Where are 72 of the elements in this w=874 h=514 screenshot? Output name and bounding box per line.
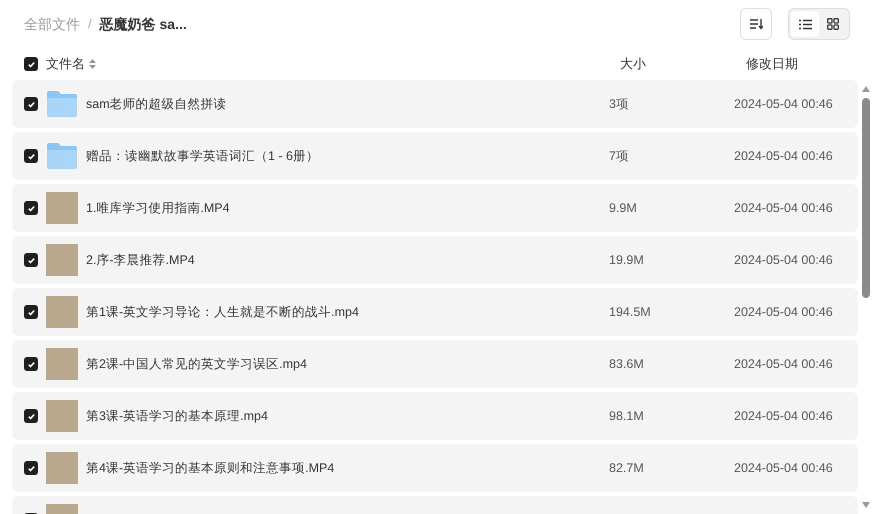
check-icon <box>26 308 36 316</box>
file-name: 1.唯库学习使用指南.MP4 <box>86 200 230 217</box>
modified-date: 2024-05-04 00:46 <box>734 460 834 477</box>
checkbox[interactable] <box>24 57 38 71</box>
sort-button[interactable] <box>740 8 772 40</box>
checkbox[interactable] <box>24 253 38 267</box>
checkbox[interactable] <box>24 357 38 371</box>
video-thumbnail <box>46 192 78 224</box>
check-icon <box>26 204 36 212</box>
check-icon <box>26 464 36 472</box>
check-icon <box>26 412 36 420</box>
file-name: 第4课-英语学习的基本原则和注意事项.MP4 <box>86 460 334 477</box>
view-button[interactable] <box>791 11 819 37</box>
file-size: 83.6M <box>609 356 645 373</box>
checkbox[interactable] <box>24 305 38 319</box>
scroll-down-icon[interactable] <box>862 502 870 508</box>
modified-date: 2024-05-04 00:46 <box>734 252 834 269</box>
checkbox[interactable] <box>24 97 38 111</box>
name-column-header[interactable]: 文件名 <box>46 54 85 74</box>
file-row[interactable]: sam老师的超级自然拼读 3项 2024-05-04 00:46 <box>12 80 858 128</box>
modified-date: 2024-05-04 00:46 <box>734 96 834 113</box>
video-thumbnail <box>46 452 78 484</box>
file-name: 第1课-英文学习导论：人生就是不断的战斗.mp4 <box>86 304 359 321</box>
size-column-header: 大小 <box>620 55 647 74</box>
file-size: 7项 <box>609 148 630 165</box>
file-row[interactable]: 第1课-英文学习导论：人生就是不断的战斗.mp4 194.5M 2024-05-04 00:46 <box>12 288 858 336</box>
breadcrumb-separator: / <box>88 15 92 34</box>
check-icon <box>26 60 36 68</box>
grid-icon <box>827 18 839 30</box>
checkbox[interactable] <box>24 461 38 475</box>
file-row[interactable]: 第2课-中国人常见的英文学习误区.mp4 83.6M 2024-05-04 00:46 <box>12 340 858 388</box>
folder-icon <box>46 142 78 170</box>
check-icon <box>26 100 36 108</box>
video-thumbnail <box>46 348 78 380</box>
check-icon <box>26 152 36 160</box>
check-icon <box>26 360 36 368</box>
file-row[interactable]: 赠品：读幽默故事学英语词汇（1 - 6册） 7项 2024-05-04 00:46 <box>12 132 858 180</box>
folder-icon <box>46 90 78 118</box>
file-size: 82.7M <box>609 460 645 477</box>
modified-date: 2024-05-04 00:46 <box>734 304 834 321</box>
breadcrumb-link[interactable]: 恶魔奶爸 sa... <box>100 14 187 34</box>
checkbox[interactable] <box>24 201 38 215</box>
file-row[interactable]: 第3课-英语学习的基本原理.mp4 98.1M 2024-05-04 00:46 <box>12 392 858 440</box>
file-name: 第2课-中国人常见的英文学习误区.mp4 <box>86 356 307 373</box>
video-thumbnail <box>46 244 78 276</box>
video-thumbnail <box>46 296 78 328</box>
sort-arrows-icon[interactable] <box>89 59 96 69</box>
file-row[interactable]: 2.序-李晨推荐.MP4 19.9M 2024-05-04 00:46 <box>12 236 858 284</box>
modified-date: 2024-05-04 00:46 <box>734 148 834 165</box>
file-name: 第3课-英语学习的基本原理.mp4 <box>86 408 268 425</box>
sort-icon <box>749 18 763 30</box>
scroll-up-icon[interactable] <box>862 86 870 92</box>
checkbox[interactable] <box>24 149 38 163</box>
check-icon <box>26 256 36 264</box>
checkbox[interactable] <box>24 409 38 423</box>
file-name: 赠品：读幽默故事学英语词汇（1 - 6册） <box>86 148 320 165</box>
modified-date: 2024-05-04 00:46 <box>734 408 834 425</box>
modified-date: 2024-05-04 00:46 <box>734 200 834 217</box>
file-name: sam老师的超级自然拼读 <box>86 96 227 113</box>
modified-date: 2024-05-04 00:46 <box>734 356 834 373</box>
file-size: 9.9M <box>609 200 638 217</box>
file-size: 194.5M <box>609 304 652 321</box>
file-size: 19.9M <box>609 252 645 269</box>
video-thumbnail <box>46 400 78 432</box>
date-column-header: 修改日期 <box>746 55 799 74</box>
scrollbar-thumb[interactable] <box>862 98 870 298</box>
file-size: 98.1M <box>609 408 645 425</box>
file-size: 3项 <box>609 96 630 113</box>
file-row[interactable]: 1.唯库学习使用指南.MP4 9.9M 2024-05-04 00:46 <box>12 184 858 232</box>
file-name: 2.序-李晨推荐.MP4 <box>86 252 195 269</box>
list-icon <box>798 18 812 30</box>
file-row[interactable]: 第4课-英语学习的基本原则和注意事项.MP4 82.7M 2024-05-04 00:46 <box>12 444 858 492</box>
